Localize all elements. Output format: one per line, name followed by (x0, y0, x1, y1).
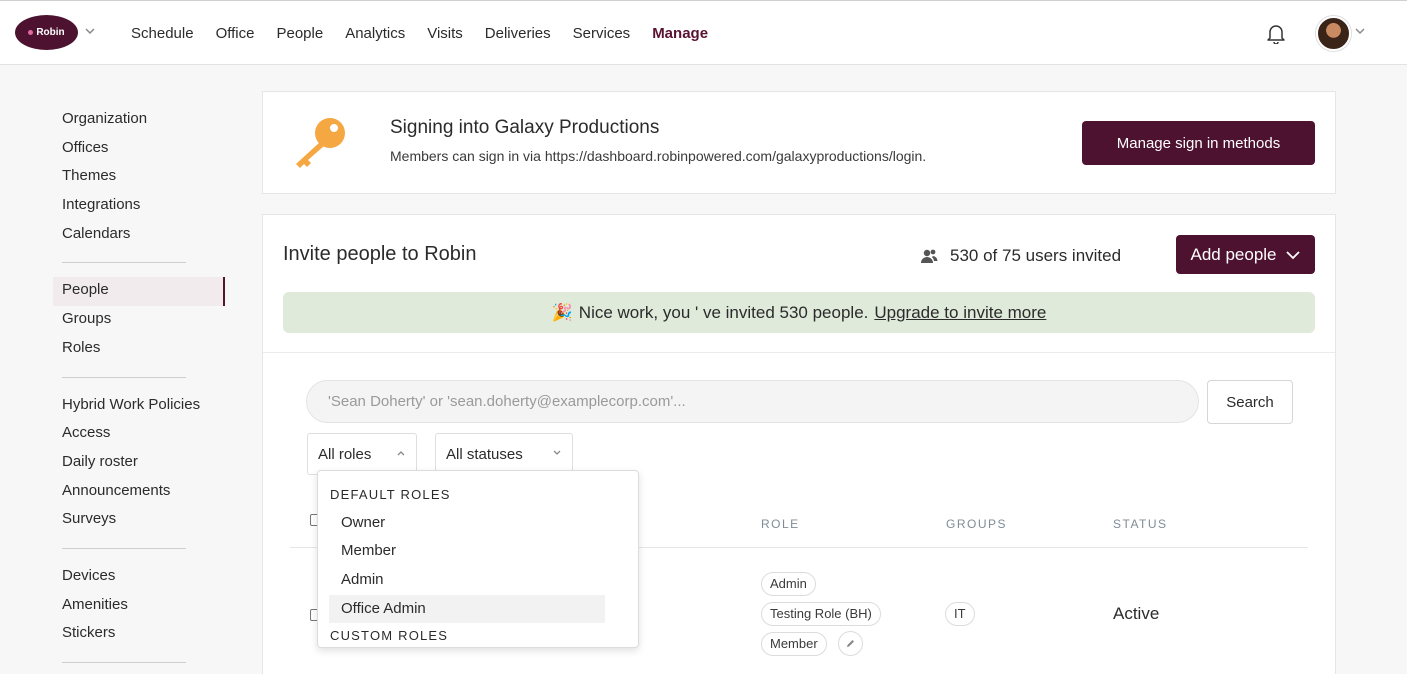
sidebar-item-hybrid-work-policies[interactable]: Hybrid Work Policies (53, 392, 228, 421)
add-people-button[interactable]: Add people (1176, 235, 1315, 274)
main-nav: Schedule Office People Analytics Visits … (131, 1, 730, 66)
statuses-filter-select[interactable]: All statuses (435, 433, 573, 475)
status-text: Active (1113, 604, 1160, 623)
logo-text: Robin (36, 27, 65, 38)
role-pill: Testing Role (BH) (761, 602, 881, 626)
manage-sign-in-methods-button[interactable]: Manage sign in methods (1082, 121, 1315, 165)
nav-manage[interactable]: Manage (652, 25, 708, 42)
sidebar-item-calendars[interactable]: Calendars (53, 221, 228, 250)
chevron-up-icon (397, 451, 405, 456)
column-header-role[interactable]: ROLE (761, 517, 800, 531)
role-pill: Admin (761, 572, 816, 596)
chevron-down-icon[interactable] (1354, 27, 1366, 35)
chevron-down-icon (1285, 250, 1300, 259)
nav-analytics[interactable]: Analytics (345, 25, 405, 42)
sidebar-divider (62, 376, 186, 378)
robin-logo[interactable]: Robin (15, 15, 78, 50)
group-pill: IT (945, 602, 975, 626)
signin-card: Signing into Galaxy Productions Members … (262, 91, 1336, 194)
roles-filter-select[interactable]: All roles (307, 433, 417, 475)
sidebar-item-groups[interactable]: Groups (53, 306, 228, 335)
chevron-down-icon[interactable] (84, 27, 96, 35)
upgrade-link[interactable]: Upgrade to invite more (874, 303, 1046, 323)
sidebar-divider (62, 662, 186, 663)
search-button[interactable]: Search (1207, 380, 1293, 424)
add-people-label: Add people (1190, 244, 1277, 264)
sidebar-item-amenities[interactable]: Amenities (53, 592, 228, 621)
role-pill: Member (761, 632, 827, 656)
signin-title: Signing into Galaxy Productions (390, 117, 660, 138)
nav-office[interactable]: Office (216, 25, 255, 42)
users-icon (921, 249, 938, 263)
sidebar-item-surveys[interactable]: Surveys (53, 506, 228, 535)
banner-text: Nice work, you ' ve invited 530 people. (578, 302, 869, 322)
sidebar-divider (62, 262, 186, 264)
manage-sidebar: Organization Offices Themes Integrations… (53, 106, 228, 674)
default-roles-heading: DEFAULT ROLES (330, 487, 451, 502)
sidebar-item-devices[interactable]: Devices (53, 563, 228, 592)
role-option-office-admin[interactable]: Office Admin (329, 595, 605, 623)
role-option-admin[interactable]: Admin (329, 566, 605, 594)
sidebar-item-themes[interactable]: Themes (53, 163, 228, 192)
nav-people[interactable]: People (276, 25, 323, 42)
pencil-icon (847, 640, 854, 647)
roles-filter-value: All roles (318, 445, 372, 463)
column-header-groups[interactable]: GROUPS (946, 517, 1007, 531)
nav-deliveries[interactable]: Deliveries (485, 25, 551, 42)
edit-roles-button[interactable] (838, 631, 863, 656)
custom-roles-heading: CUSTOM ROLES (330, 628, 449, 643)
party-popper-icon: 🎉 (551, 302, 573, 322)
nav-services[interactable]: Services (573, 25, 631, 42)
role-option-owner[interactable]: Owner (329, 509, 605, 537)
nav-visits[interactable]: Visits (427, 25, 463, 42)
sidebar-item-integrations[interactable]: Integrations (53, 192, 228, 221)
sidebar-item-people[interactable]: People (53, 277, 225, 307)
sidebar-item-announcements[interactable]: Announcements (53, 478, 228, 507)
sidebar-item-roles[interactable]: Roles (53, 335, 228, 364)
top-navigation-bar: Robin Schedule Office People Analytics V… (0, 0, 1407, 65)
invited-count: 530 of 75 users invited (950, 246, 1122, 265)
sidebar-item-daily-roster[interactable]: Daily roster (53, 449, 228, 478)
key-icon (296, 118, 345, 168)
invite-title: Invite people to Robin (283, 243, 477, 265)
sidebar-divider (62, 547, 186, 549)
nav-schedule[interactable]: Schedule (131, 25, 194, 42)
sidebar-item-offices[interactable]: Offices (53, 135, 228, 164)
signin-subtitle: Members can sign in via https://dashboar… (390, 148, 927, 164)
chevron-down-icon (553, 450, 561, 455)
role-option-member[interactable]: Member (329, 537, 605, 565)
sidebar-item-stickers[interactable]: Stickers (53, 620, 228, 649)
sidebar-item-organization[interactable]: Organization (53, 106, 228, 135)
people-search-input[interactable] (306, 380, 1199, 423)
statuses-filter-value: All statuses (446, 445, 523, 463)
sidebar-item-access[interactable]: Access (53, 420, 228, 449)
bell-icon[interactable] (1265, 22, 1287, 44)
column-header-status[interactable]: STATUS (1113, 517, 1168, 531)
section-divider (263, 352, 1335, 353)
user-avatar[interactable] (1316, 16, 1351, 51)
logo-dot-icon (28, 30, 34, 35)
roles-dropdown-menu: DEFAULT ROLES Owner Member Admin Office … (317, 470, 639, 648)
invite-limit-banner: 🎉 Nice work, you ' ve invited 530 people… (283, 292, 1315, 333)
